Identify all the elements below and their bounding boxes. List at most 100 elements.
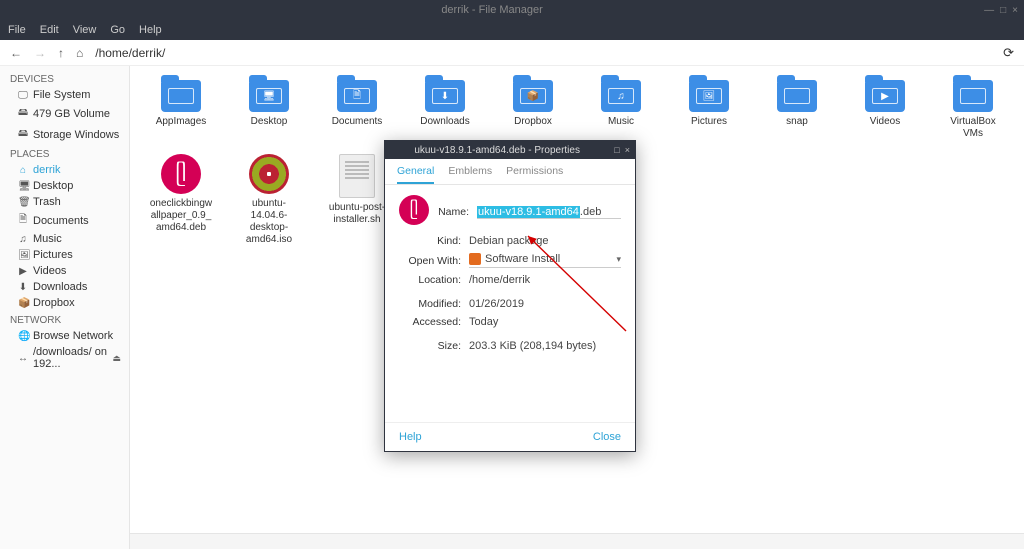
sidebar-item-label: Music [33, 233, 62, 245]
sidebar-item-label: 479 GB Volume [33, 108, 110, 120]
menu-edit[interactable]: Edit [40, 24, 59, 36]
folder-icon [953, 80, 993, 112]
item-label: Videos [870, 116, 900, 128]
item-label: Dropbox [514, 116, 552, 128]
close-button[interactable]: Close [593, 431, 621, 443]
folder-icon: ♫ [601, 80, 641, 112]
label-location: Location: [399, 274, 461, 286]
file-item[interactable]: ubuntu-14.04.6-desktop-amd64.iso [236, 154, 302, 246]
folder-item[interactable]: snap [764, 80, 830, 140]
item-label: Music [608, 116, 634, 128]
sidebar-item-label: derrik [33, 164, 61, 176]
sidebar-item-icon: ↔ [18, 353, 28, 364]
sidebar-section-label: PLACES [6, 145, 129, 162]
sidebar-item-icon: 🗑 [18, 197, 28, 208]
sidebar-item[interactable]: ▶Videos [6, 263, 129, 279]
menu-go[interactable]: Go [110, 24, 125, 36]
nav-back-icon[interactable]: ← [10, 46, 22, 60]
folder-icon: 📦 [513, 80, 553, 112]
label-name: Name: [429, 206, 469, 218]
statusbar [130, 533, 1024, 549]
sidebar-item-label: Videos [33, 265, 66, 277]
eject-icon[interactable]: ⏏ [112, 353, 121, 364]
sidebar-item[interactable]: 🖼 Pictures [6, 247, 129, 263]
debian-swirl-icon: ᥫ [161, 154, 201, 194]
label-modified: Modified: [399, 298, 461, 310]
open-with-dropdown[interactable]: Software Install ▾ [469, 253, 621, 268]
sidebar-item-icon: 🖴 [18, 126, 28, 143]
folder-icon: ⬇ [425, 80, 465, 112]
folder-icon [777, 80, 817, 112]
refresh-icon[interactable]: ⟳ [1003, 45, 1014, 61]
menu-help[interactable]: Help [139, 24, 162, 36]
menubar: File Edit View Go Help [0, 20, 1024, 40]
item-label: ubuntu-14.04.6-desktop-amd64.iso [236, 198, 302, 246]
tab-general[interactable]: General [397, 165, 434, 184]
sidebar-item[interactable]: 🗑 Trash [6, 194, 129, 210]
folder-icon: 🖥 [249, 80, 289, 112]
folder-item[interactable]: VirtualBox VMs [940, 80, 1006, 140]
folder-item[interactable]: 📦 Dropbox [500, 80, 566, 140]
close-icon[interactable]: × [1012, 5, 1018, 16]
value-accessed: Today [469, 316, 498, 328]
folder-item[interactable]: 🗎 Documents [324, 80, 390, 140]
sidebar-item[interactable]: 🌐Browse Network [6, 328, 129, 344]
sidebar-item-label: /downloads/ on 192... [33, 346, 107, 370]
sidebar-item[interactable]: ⌂derrik [6, 162, 129, 178]
dialog-close-icon[interactable]: × [625, 145, 630, 155]
nav-forward-icon: → [34, 46, 46, 60]
dialog-title: ukuu-v18.9.1-amd64.deb - Properties [385, 145, 609, 156]
software-install-icon [469, 253, 481, 265]
label-accessed: Accessed: [399, 316, 461, 328]
value-size: 203.3 KiB (208,194 bytes) [469, 340, 596, 352]
sidebar-item[interactable]: 🖴Storage Windows [6, 124, 129, 145]
folder-item[interactable]: AppImages [148, 80, 214, 140]
sidebar-item-label: Downloads [33, 281, 87, 293]
sidebar-item[interactable]: 📦Dropbox [6, 295, 129, 311]
file-item[interactable]: ubuntu-post-installer.sh [324, 154, 390, 246]
sidebar-item[interactable]: 🖵File System [6, 87, 129, 103]
sidebar-item[interactable]: ↔ /downloads/ on 192... ⏏ [6, 344, 129, 372]
nav-home-icon[interactable]: ⌂ [76, 46, 83, 60]
tab-emblems[interactable]: Emblems [448, 165, 492, 184]
folder-item[interactable]: ⬇ Downloads [412, 80, 478, 140]
sidebar-item-label: File System [33, 89, 90, 101]
path-bar[interactable]: /home/derrik/ [95, 46, 165, 60]
sidebar-item-icon: 🖼 [18, 250, 28, 261]
nav-up-icon[interactable]: ↑ [58, 46, 64, 60]
folder-item[interactable]: ♫ Music [588, 80, 654, 140]
item-label: Documents [332, 116, 383, 128]
value-modified: 01/26/2019 [469, 298, 524, 310]
sidebar-item[interactable]: ♫Music [6, 231, 129, 247]
properties-dialog: ukuu-v18.9.1-amd64.deb - Properties □ × … [384, 140, 636, 452]
menu-file[interactable]: File [8, 24, 26, 36]
item-label: Downloads [420, 116, 469, 128]
file-item[interactable]: ᥫ oneclickbingwallpaper_0.9_amd64.deb [148, 154, 214, 246]
label-kind: Kind: [399, 235, 461, 247]
folder-icon: 🗎 [337, 80, 377, 112]
maximize-icon[interactable]: □ [1000, 5, 1006, 16]
sidebar-item[interactable]: 🖥Desktop [6, 178, 129, 194]
iso-disc-icon [249, 154, 289, 194]
item-label: snap [786, 116, 808, 128]
sidebar-item-label: Trash [33, 196, 61, 208]
sidebar-item[interactable]: ⬇Downloads [6, 279, 129, 295]
dialog-maximize-icon[interactable]: □ [614, 145, 619, 155]
folder-item[interactable]: 🖥Desktop [236, 80, 302, 140]
folder-item[interactable]: 🖼Pictures [676, 80, 742, 140]
sidebar-item-label: Pictures [33, 249, 73, 261]
sidebar-item[interactable]: 🖴479 GB Volume [6, 103, 129, 124]
sidebar-item[interactable]: 🗎Documents [6, 210, 129, 231]
minimize-icon[interactable]: — [984, 5, 994, 16]
folder-item[interactable]: ▶Videos [852, 80, 918, 140]
item-label: oneclickbingwallpaper_0.9_amd64.deb [148, 198, 214, 234]
name-input[interactable]: ukuu-v18.9.1-amd64.deb [477, 206, 621, 219]
help-button[interactable]: Help [399, 431, 422, 443]
dialog-titlebar: ukuu-v18.9.1-amd64.deb - Properties □ × [385, 141, 635, 159]
tab-permissions[interactable]: Permissions [506, 165, 563, 184]
menu-view[interactable]: View [73, 24, 97, 36]
sidebar: DEVICES🖵File System🖴479 GB Volume🖴Storag… [0, 66, 130, 549]
folder-icon [161, 80, 201, 112]
sidebar-section-label: NETWORK [6, 311, 129, 328]
text-file-icon [339, 154, 375, 198]
